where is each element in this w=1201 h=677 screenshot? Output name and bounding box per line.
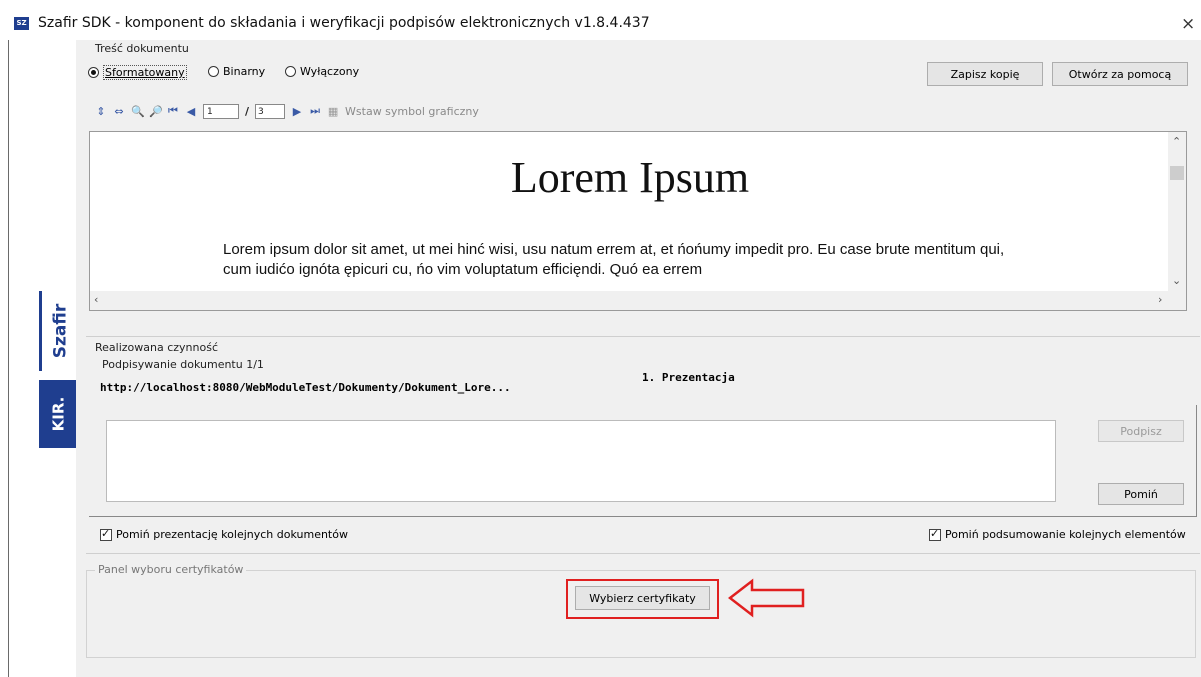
open-with-button[interactable]: Otwórz za pomocą — [1052, 62, 1188, 86]
window-left-border — [8, 40, 9, 677]
last-page-icon[interactable]: ⏭ — [309, 104, 321, 118]
step-label: 1. Prezentacja — [642, 371, 735, 384]
prev-page-icon[interactable]: ◀ — [185, 105, 197, 118]
arrow-annotation-icon — [728, 578, 805, 618]
scroll-down-icon[interactable]: ⌄ — [1172, 274, 1181, 287]
scroll-right-icon[interactable]: › — [1158, 293, 1162, 306]
radio-binary-dot[interactable] — [208, 66, 219, 77]
radio-binary-label: Binarny — [223, 65, 266, 78]
window-title: Szafir SDK - komponent do składania i we… — [38, 15, 650, 31]
skip-summary-label: Pomiń podsumowanie kolejnych elementów — [945, 528, 1186, 541]
scroll-thumb[interactable] — [1170, 166, 1184, 180]
scroll-left-icon[interactable]: ‹ — [94, 293, 98, 306]
radio-formatted-dot[interactable] — [88, 67, 99, 78]
document-url: http://localhost:8080/WebModuleTest/Doku… — [100, 381, 511, 394]
kir-logo: KIR. — [39, 380, 78, 448]
skip-presentation-label: Pomiń prezentację kolejnych dokumentów — [116, 528, 348, 541]
fit-width-icon[interactable]: ⇔ — [113, 105, 125, 118]
radio-disabled-dot[interactable] — [285, 66, 296, 77]
app-icon: SZ — [14, 17, 29, 30]
page-separator: / — [245, 104, 250, 118]
document-preview[interactable]: Lorem Ipsum Lorem ipsum dolor sit amet, … — [89, 131, 1187, 311]
horizontal-scrollbar[interactable]: ‹ › — [90, 291, 1186, 310]
sign-button[interactable]: Podpisz — [1098, 420, 1184, 442]
certificate-panel-label: Panel wyboru certyfikatów — [95, 563, 247, 576]
signing-status: Podpisywanie dokumentu 1/1 — [102, 358, 264, 371]
divider — [86, 336, 1200, 337]
zoom-in-icon[interactable]: 🔎 — [149, 105, 163, 118]
szafir-logo-text: Szafir — [50, 303, 71, 359]
document-toolbar: ⇕ ⇔ 🔍 🔎 ⏮ ◀ 1 / 3 ▶ ⏭ ▦ Wstaw symbol gra… — [95, 100, 479, 122]
close-icon[interactable]: × — [1181, 14, 1195, 34]
skip-presentation-box[interactable] — [100, 527, 112, 541]
document-title: Lorem Ipsum — [510, 153, 750, 202]
insert-symbol-label[interactable]: Wstaw symbol graficzny — [345, 105, 479, 118]
save-copy-button[interactable]: Zapisz kopię — [927, 62, 1043, 86]
fit-page-icon[interactable]: ⇕ — [95, 105, 107, 118]
skip-summary-box[interactable] — [929, 527, 941, 541]
divider — [86, 553, 1200, 554]
first-page-icon[interactable]: ⏮ — [167, 104, 179, 118]
presentation-area[interactable] — [106, 420, 1056, 502]
kir-logo-text: KIR. — [49, 396, 68, 432]
skip-presentation-checkbox[interactable]: Pomiń prezentację kolejnych dokumentów — [100, 527, 348, 541]
next-page-icon[interactable]: ▶ — [291, 105, 303, 118]
radio-formatted-label: Sformatowany — [103, 65, 187, 80]
zoom-out-icon[interactable]: 🔍 — [131, 105, 145, 118]
radio-binary[interactable]: Binarny — [208, 65, 265, 78]
radio-disabled-label: Wyłączony — [300, 65, 360, 78]
vertical-scrollbar[interactable]: ⌃ ⌄ — [1168, 132, 1186, 292]
document-content-label: Treść dokumentu — [95, 42, 189, 55]
current-action-label: Realizowana czynność — [95, 341, 219, 354]
symbol-icon[interactable]: ▦ — [327, 105, 339, 118]
radio-formatted[interactable]: Sformatowany — [88, 65, 187, 80]
skip-summary-checkbox[interactable]: Pomiń podsumowanie kolejnych elementów — [929, 527, 1186, 541]
current-page-input[interactable]: 1 — [203, 103, 239, 119]
szafir-logo: Szafir — [42, 291, 78, 371]
total-pages-field: 3 — [255, 103, 286, 119]
document-body: Lorem ipsum dolor sit amet, ut mei hinć … — [223, 241, 1005, 278]
radio-disabled[interactable]: Wyłączony — [285, 65, 359, 78]
skip-button[interactable]: Pomiń — [1098, 483, 1184, 505]
select-certificates-button[interactable]: Wybierz certyfikaty — [575, 586, 710, 610]
scroll-up-icon[interactable]: ⌃ — [1172, 135, 1181, 148]
